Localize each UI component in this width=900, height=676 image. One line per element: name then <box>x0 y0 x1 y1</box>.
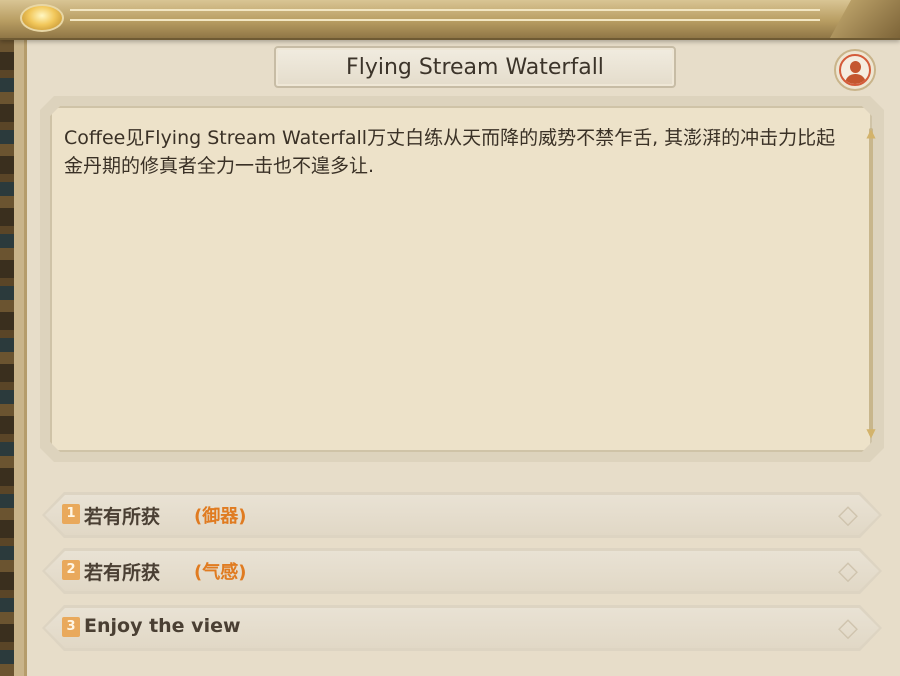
option-label: 若有所获 <box>84 562 161 584</box>
option-label: Enjoy the view <box>84 615 241 637</box>
diamond-ornament-icon: ◇ <box>838 556 858 586</box>
option-button-2[interactable]: 2 若有所获 (气感) ◇ <box>42 548 882 594</box>
diamond-ornament-icon: ◇ <box>838 500 858 530</box>
title-plate: Flying Stream Waterfall <box>274 46 676 88</box>
gem-ornament-icon <box>20 4 64 32</box>
option-button-1[interactable]: 1 若有所获 (御器) ◇ <box>42 492 882 538</box>
triangle-up-icon[interactable]: ▲ <box>864 126 878 140</box>
top-bar-trim <box>70 9 820 21</box>
game-world-background <box>0 0 14 676</box>
option-background <box>45 551 879 591</box>
corner-ornament <box>830 0 900 38</box>
diamond-ornament-icon: ◇ <box>838 613 858 643</box>
option-number-badge: 2 <box>62 560 80 580</box>
option-tag: (御器) <box>194 506 247 527</box>
option-tag: (气感) <box>194 562 247 583</box>
option-number-badge: 3 <box>62 617 80 637</box>
option-number-badge: 1 <box>62 504 80 524</box>
option-label: 若有所获 <box>84 506 161 528</box>
dialog-title: Flying Stream Waterfall <box>346 54 604 80</box>
top-decorative-bar <box>0 0 900 40</box>
avatar-button[interactable] <box>834 49 876 91</box>
character-avatar-icon <box>839 54 871 86</box>
option-button-3[interactable]: 3 Enjoy the view ◇ <box>42 605 882 651</box>
triangle-down-icon[interactable]: ▼ <box>864 426 878 440</box>
scrollbar[interactable] <box>869 128 873 436</box>
dialogue-text: Coffee见Flying Stream Waterfall万丈白练从天而降的威… <box>64 127 836 177</box>
option-background <box>45 495 879 535</box>
